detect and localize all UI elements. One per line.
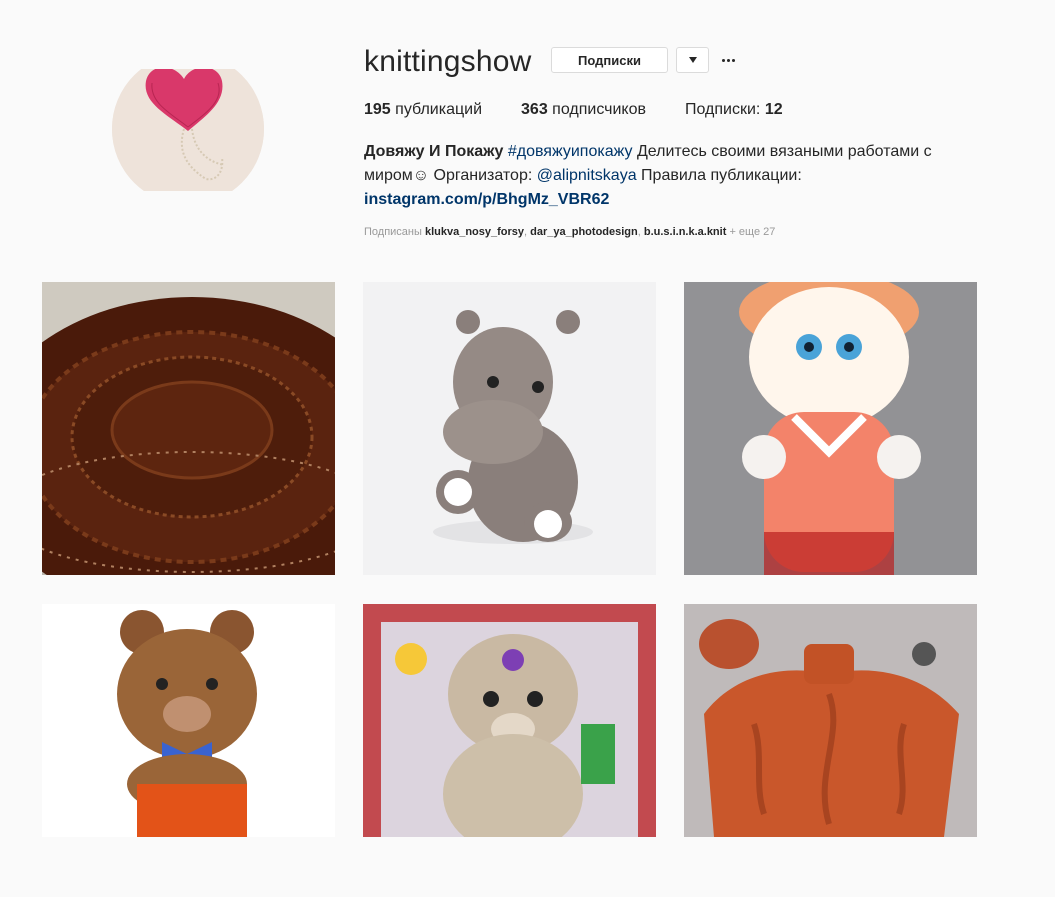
chevron-down-icon: [688, 57, 697, 63]
post-tile[interactable]: [42, 604, 335, 897]
bio-hashtag-link[interactable]: #довяжуипокажу: [508, 143, 633, 160]
profile-full-name: Довяжу И Покажу: [364, 143, 504, 160]
following-button[interactable]: Подписки: [551, 47, 668, 73]
profile-username: knittingshow: [364, 45, 532, 78]
followed-by-more[interactable]: + еще 27: [729, 226, 775, 238]
post-tile[interactable]: [684, 604, 977, 897]
more-options-button[interactable]: [716, 47, 740, 73]
following-count: 12: [764, 101, 783, 118]
post-tile[interactable]: [684, 282, 977, 575]
followed-by-user-2[interactable]: dar_ya_photodesign: [530, 226, 638, 238]
post-tile[interactable]: [363, 282, 656, 575]
following-label: Подписки:: [685, 101, 761, 118]
followed-by-user-1[interactable]: klukva_nosy_forsy: [425, 226, 524, 238]
post-tile[interactable]: [363, 604, 656, 897]
posts-label: публикаций: [395, 101, 483, 118]
stat-following[interactable]: Подписки: 12: [685, 100, 783, 120]
followed-by-user-3[interactable]: b.u.s.i.n.k.a.knit: [644, 226, 727, 238]
bio-external-link[interactable]: instagram.com/p/BhgMz_VBR62: [364, 191, 609, 208]
post-tile[interactable]: [42, 282, 335, 575]
bio-text-2: Правила публикации:: [641, 167, 802, 184]
bio-mention-link[interactable]: @alipnitskaya: [537, 167, 637, 184]
profile-bio: Довяжу И Покажу #довяжуипокажу Делитесь …: [364, 140, 964, 212]
followed-by-prefix: Подписаны: [364, 226, 422, 238]
profile-avatar-wrap[interactable]: [112, 69, 264, 192]
profile-stats: 195 публикаций 363 подписчиков Подписки:…: [364, 100, 822, 120]
followers-count: 363: [521, 101, 548, 118]
suggestions-dropdown-button[interactable]: [676, 47, 709, 73]
avatar[interactable]: [112, 69, 264, 191]
stat-posts: 195 публикаций: [364, 100, 482, 120]
posts-count: 195: [364, 101, 391, 118]
followed-by: Подписаны klukva_nosy_forsy, dar_ya_phot…: [364, 226, 776, 238]
more-horizontal-icon: [721, 58, 735, 62]
stat-followers[interactable]: 363 подписчиков: [521, 100, 646, 120]
followers-label: подписчиков: [552, 101, 646, 118]
